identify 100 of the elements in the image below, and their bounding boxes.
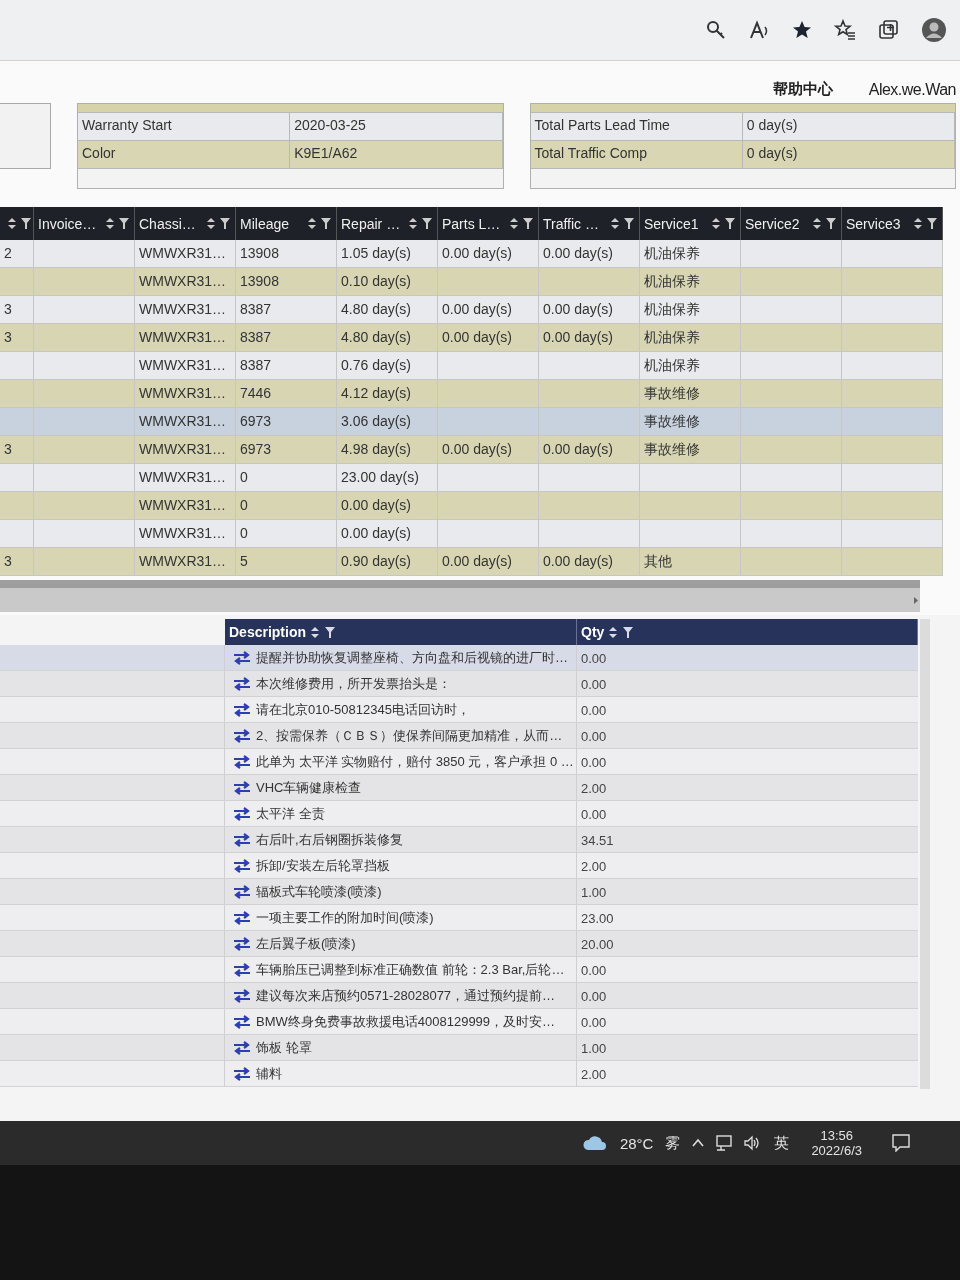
swap-arrows-icon[interactable] <box>233 1040 251 1055</box>
description-text: 太平洋 全责 <box>256 804 325 823</box>
table-row[interactable]: WMWXR31… 7446 4.12 day(s) 事故维修 <box>0 380 943 408</box>
table-row[interactable]: 本次维修费用，所开发票抬头是： 0.00 <box>0 671 918 697</box>
sort-icon[interactable] <box>206 217 216 230</box>
sort-icon[interactable] <box>509 217 519 230</box>
horizontal-scrollbar[interactable] <box>0 580 920 612</box>
table-row[interactable]: 3 WMWXR31… 8387 4.80 day(s) 0.00 day(s) 0.00 day(s) 机油保养 <box>0 296 943 324</box>
table-cell-text: 1.00 <box>580 884 608 902</box>
swap-arrows-icon[interactable] <box>233 1014 251 1029</box>
swap-arrows-icon[interactable] <box>233 676 251 691</box>
table-row[interactable]: WMWXR31… 6973 3.06 day(s) 事故维修 <box>0 408 943 436</box>
description-text: VHC车辆健康检查 <box>256 778 362 797</box>
filter-icon[interactable] <box>324 625 336 639</box>
swap-arrows-icon[interactable] <box>233 806 251 821</box>
filter-icon[interactable] <box>219 217 231 230</box>
table-cell: 事故维修 <box>640 436 741 463</box>
sort-icon[interactable] <box>610 217 620 230</box>
table-row[interactable]: 2、按需保养（ＣＢＳ）使保养间隔更加精准，从而… 0.00 <box>0 723 918 749</box>
table-cell: WMWXR31… <box>135 296 236 323</box>
filter-icon[interactable] <box>623 217 635 230</box>
filter-icon[interactable] <box>825 217 837 230</box>
avatar-icon[interactable] <box>922 18 946 42</box>
swap-arrows-icon[interactable] <box>233 728 251 743</box>
column-header[interactable]: Description <box>225 619 577 645</box>
table-row[interactable]: 提醒并协助恢复调整座椅、方向盘和后视镜的进厂时… 0.00 <box>0 645 918 671</box>
favorites-icon[interactable] <box>834 19 856 41</box>
collections-icon[interactable] <box>878 19 900 41</box>
table-row[interactable]: 3 WMWXR31… 8387 4.80 day(s) 0.00 day(s) 0.00 day(s) 机油保养 <box>0 324 943 352</box>
swap-arrows-icon[interactable] <box>233 780 251 795</box>
table-cell: 事故维修 <box>640 408 741 435</box>
filter-icon[interactable] <box>320 217 332 230</box>
table-row[interactable]: VHC车辆健康检查 2.00 <box>0 775 918 801</box>
description-text: 此单为 太平洋 实物赔付，赔付 3850 元，客户承担 0 … <box>256 752 574 771</box>
sort-icon[interactable] <box>408 217 418 230</box>
filter-icon[interactable] <box>522 217 534 230</box>
column-header[interactable]: Qty <box>577 619 918 645</box>
swap-arrows-icon[interactable] <box>233 936 251 951</box>
table-row[interactable]: WMWXR31… 0 23.00 day(s) <box>0 464 943 492</box>
table-row[interactable]: 左后翼子板(喷漆) 20.00 <box>0 931 918 957</box>
sort-icon[interactable] <box>812 217 822 230</box>
table-row[interactable]: 车辆胎压已调整到标准正确数值 前轮：2.3 Bar,后轮… 0.00 <box>0 957 918 983</box>
notification-icon[interactable] <box>892 1134 910 1152</box>
filter-icon[interactable] <box>20 217 32 230</box>
help-center-link[interactable]: 帮助中心 <box>772 80 833 99</box>
table-row[interactable]: 拆卸/安装左后轮罩挡板 2.00 <box>0 853 918 879</box>
filter-icon[interactable] <box>724 217 736 230</box>
network-icon[interactable] <box>716 1135 733 1151</box>
table-row[interactable]: 2 WMWXR31… 13908 1.05 day(s) 0.00 day(s) 0.00 day(s) 机油保养 <box>0 240 943 268</box>
star-icon[interactable] <box>792 20 812 40</box>
table-row[interactable]: 辐板式车轮喷漆(喷漆) 1.00 <box>0 879 918 905</box>
table-cell: 4.12 day(s) <box>337 380 438 407</box>
table-row[interactable]: 请在北京010-50812345电话回访时， 0.00 <box>0 697 918 723</box>
table-row[interactable]: BMW终身免费事故救援电话4008129999，及时安… 0.00 <box>0 1009 918 1035</box>
table-row[interactable]: 此单为 太平洋 实物赔付，赔付 3850 元，客户承担 0 … 0.00 <box>0 749 918 775</box>
sort-icon[interactable] <box>307 217 317 230</box>
table-row[interactable]: 饰板 轮罩 1.00 <box>0 1035 918 1061</box>
swap-arrows-icon[interactable] <box>233 858 251 873</box>
swap-arrows-icon[interactable] <box>233 910 251 925</box>
vertical-scrollbar[interactable] <box>920 619 930 1089</box>
table-row[interactable]: 太平洋 全责 0.00 <box>0 801 918 827</box>
scroll-right-icon[interactable] <box>912 595 920 605</box>
table-row[interactable]: 右后叶,右后钢圈拆装修复 34.51 <box>0 827 918 853</box>
sort-icon[interactable] <box>711 217 721 230</box>
filter-icon[interactable] <box>118 217 130 230</box>
sort-icon[interactable] <box>913 217 923 230</box>
swap-arrows-icon[interactable] <box>233 650 251 665</box>
sort-icon[interactable] <box>608 625 619 639</box>
swap-arrows-icon[interactable] <box>233 754 251 769</box>
table-row[interactable]: WMWXR31… 0 0.00 day(s) <box>0 520 943 548</box>
table-cell: 机油保养 <box>640 324 741 351</box>
swap-arrows-icon[interactable] <box>233 702 251 717</box>
table-row[interactable]: 辅料 2.00 <box>0 1061 918 1087</box>
swap-arrows-icon[interactable] <box>233 832 251 847</box>
table-cell: 8387 <box>236 352 337 379</box>
chevron-up-icon[interactable] <box>692 1138 705 1148</box>
input-method[interactable]: 英 <box>774 1133 790 1153</box>
table-row[interactable]: 一项主要工作的附加时间(喷漆) 23.00 <box>0 905 918 931</box>
table-cell: 0.00 day(s) <box>438 296 539 323</box>
sort-icon[interactable] <box>310 625 320 639</box>
sort-icon[interactable] <box>105 217 115 230</box>
table-cell: 0.00 day(s) <box>337 492 438 519</box>
filter-icon[interactable] <box>421 217 433 230</box>
table-row[interactable]: WMWXR31… 13908 0.10 day(s) 机油保养 <box>0 268 943 296</box>
table-cell: 6973 <box>236 436 337 463</box>
cloud-icon[interactable] <box>581 1134 608 1152</box>
table-row[interactable]: 3 WMWXR31… 5 0.90 day(s) 0.00 day(s) 0.00 day(s) 其他 <box>0 548 943 576</box>
swap-arrows-icon[interactable] <box>233 1066 251 1081</box>
table-row[interactable]: 3 WMWXR31… 6973 4.98 day(s) 0.00 day(s) 0.00 day(s) 事故维修 <box>0 436 943 464</box>
read-aloud-icon[interactable] <box>748 20 770 40</box>
table-row[interactable]: WMWXR31… 0 0.00 day(s) <box>0 492 943 520</box>
swap-arrows-icon[interactable] <box>233 962 251 977</box>
swap-arrows-icon[interactable] <box>233 884 251 899</box>
sort-icon[interactable] <box>7 217 17 230</box>
swap-arrows-icon[interactable] <box>233 988 251 1003</box>
filter-icon[interactable] <box>926 217 938 230</box>
table-row[interactable]: WMWXR31… 8387 0.76 day(s) 机油保养 <box>0 352 943 380</box>
field-value: 0 day(s) <box>742 113 955 140</box>
table-row[interactable]: 建议每次来店预约0571-28028077，通过预约提前… 0.00 <box>0 983 918 1009</box>
filter-icon[interactable] <box>622 625 635 639</box>
